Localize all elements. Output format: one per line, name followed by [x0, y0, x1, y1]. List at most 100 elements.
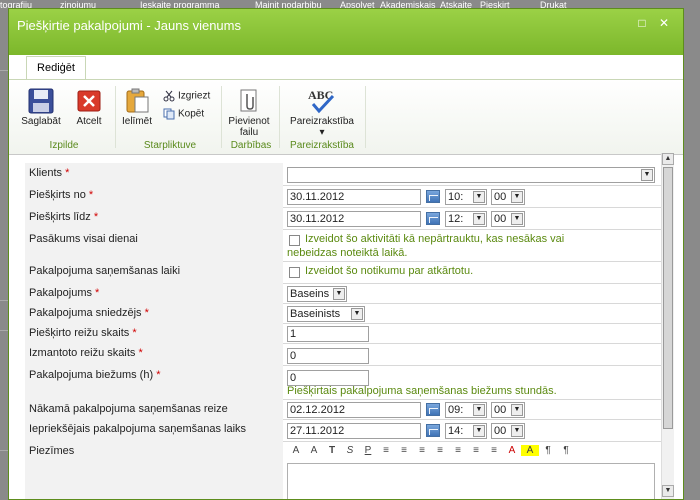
hour-value: 12:	[448, 213, 464, 225]
assigned-from-hour-select[interactable]: 10: ▼	[445, 189, 487, 205]
assigned-to-hour-select[interactable]: 12: ▼	[445, 211, 487, 227]
attach-file-icon	[240, 89, 257, 112]
required-mark: *	[65, 167, 70, 179]
required-mark: *	[156, 369, 161, 381]
row-next-time: Nākamā pakalpojuma saņemšanas reize 02.1…	[25, 399, 661, 420]
field-label: Izmantoto reižu skaits *	[29, 347, 143, 359]
calendar-icon[interactable]	[426, 190, 440, 203]
scroll-thumb[interactable]	[663, 167, 673, 429]
all-day-label: Pasākums visai dienai	[29, 233, 138, 245]
indent-icon[interactable]: ≡	[485, 445, 503, 456]
client-select[interactable]: ▼	[287, 167, 655, 183]
form-scrollbar[interactable]: ▲ ▼	[661, 153, 674, 499]
ltr-icon[interactable]: ¶	[539, 445, 557, 456]
row-all-day: Pasākums visai dienai Izveidot šo aktivi…	[25, 229, 661, 262]
provider-select[interactable]: Baseinists ▼	[287, 306, 365, 322]
used-count-label-text: Izmantoto reižu skaits	[29, 347, 136, 359]
assigned-from-date-input[interactable]: 30.11.2012	[287, 189, 421, 205]
chevron-down-icon: ▼	[511, 425, 523, 437]
label-cell: Pakalpojums *	[25, 283, 283, 303]
rtl-icon[interactable]: ¶	[557, 445, 575, 456]
form-area: Klients * ▼ Piešķirts no * 30.11.2012 10…	[25, 153, 661, 499]
align-center-icon[interactable]: ≡	[395, 445, 413, 456]
highlight-icon[interactable]: A	[521, 445, 539, 456]
cut-label: Izgriezt	[178, 90, 211, 102]
used-count-input[interactable]: 0	[287, 348, 369, 364]
label-cell: Pakalpojuma saņemšanas laiki	[25, 261, 283, 283]
hour-value: 10:	[448, 191, 464, 203]
service-select[interactable]: Baseins ▼	[287, 286, 347, 302]
assigned-to-minute-select[interactable]: 00 ▼	[491, 211, 525, 227]
align-left-icon[interactable]: ≡	[377, 445, 395, 456]
label-cell: Pakalpojuma sniedzējs *	[25, 303, 283, 323]
prev-time-date-input[interactable]: 27.11.2012	[287, 423, 421, 439]
spelling-button[interactable]: ABC Pareizrakstība ▾	[281, 86, 363, 138]
close-icon[interactable]: ✕	[657, 17, 671, 29]
dialog-title: Piešķirtie pakalpojumi - Jauns vienums	[17, 18, 241, 33]
text-color-icon[interactable]: A	[503, 445, 521, 456]
scroll-up-icon[interactable]: ▲	[662, 153, 674, 165]
calendar-icon[interactable]	[426, 424, 440, 437]
chevron-down-icon: ▾	[319, 127, 325, 138]
calendar-icon[interactable]	[426, 403, 440, 416]
next-time-hour-select[interactable]: 09: ▼	[445, 402, 487, 418]
save-label: Saglabāt	[21, 116, 61, 127]
label-cell: Pakalpojuma biežums (h) *	[25, 365, 283, 399]
assigned-count-input[interactable]: 1	[287, 326, 369, 342]
all-day-checkbox[interactable]	[289, 235, 300, 246]
provider-value: Baseinists	[290, 308, 341, 320]
row-assigned-count: Piešķirto reižu skaits * 1	[25, 323, 661, 344]
field-label: Piešķirto reižu skaits *	[29, 327, 137, 339]
attach-file-button[interactable]: Pievienot failu	[225, 88, 273, 138]
row-service: Pakalpojums * Baseins ▼	[25, 283, 661, 304]
new-item-dialog: Piešķirtie pakalpojumi - Jauns vienums □…	[8, 8, 684, 500]
next-time-minute-select[interactable]: 00 ▼	[491, 402, 525, 418]
attach-label-2: failu	[239, 127, 259, 138]
paste-label: Ielīmēt	[121, 116, 152, 127]
provider-label-text: Pakalpojuma sniedzējs	[29, 307, 142, 319]
label-cell: Piezīmes	[25, 441, 283, 499]
chevron-down-icon: ▼	[351, 308, 363, 320]
tab-edit[interactable]: Rediģēt	[26, 56, 86, 80]
scroll-down-icon[interactable]: ▼	[662, 485, 674, 497]
italic-icon[interactable]: S	[341, 445, 359, 456]
font-size-down-icon[interactable]: A	[305, 445, 323, 456]
numbered-list-icon[interactable]: ≡	[431, 445, 449, 456]
calendar-icon[interactable]	[426, 212, 440, 225]
outdent-icon[interactable]: ≡	[467, 445, 485, 456]
copy-button[interactable]: Kopēt	[163, 108, 204, 120]
bullet-list-icon[interactable]: ≡	[449, 445, 467, 456]
row-notes: Piezīmes A A T S P ≡ ≡ ≡ ≡ ≡ ≡ ≡ A A ¶ ¶	[25, 441, 661, 499]
cancel-x-icon	[77, 90, 101, 112]
group-separator	[279, 86, 280, 148]
assigned-to-date-input[interactable]: 30.11.2012	[287, 211, 421, 227]
receive-times-label: Pakalpojuma saņemšanas laiki	[29, 265, 181, 277]
assigned-from-minute-select[interactable]: 00 ▼	[491, 189, 525, 205]
row-frequency: Pakalpojuma biežums (h) * 0 Piešķirtais …	[25, 365, 661, 400]
frequency-input[interactable]: 0	[287, 370, 369, 386]
frequency-label-text: Pakalpojuma biežums (h)	[29, 369, 154, 381]
align-right-icon[interactable]: ≡	[413, 445, 431, 456]
recurrence-checkbox[interactable]	[289, 267, 300, 278]
font-size-icon[interactable]: A	[287, 445, 305, 456]
service-value: Baseins	[290, 288, 330, 300]
frequency-hint: Piešķirtais pakalpojuma saņemšanas biežu…	[287, 385, 557, 397]
prev-time-minute-select[interactable]: 00 ▼	[491, 423, 525, 439]
bold-icon[interactable]: T	[323, 445, 341, 456]
chevron-down-icon: ▼	[333, 288, 345, 300]
paste-button[interactable]: Ielīmēt	[117, 88, 157, 127]
required-mark: *	[144, 307, 149, 319]
field-label: Piešķirts līdz *	[29, 211, 98, 223]
cut-button[interactable]: Izgriezt	[163, 90, 210, 102]
chevron-down-icon: ▼	[473, 404, 485, 416]
underline-icon[interactable]: P	[359, 445, 377, 456]
required-mark: *	[132, 327, 137, 339]
maximize-icon[interactable]: □	[635, 17, 649, 29]
next-time-date-input[interactable]: 02.12.2012	[287, 402, 421, 418]
minute-value: 00	[494, 213, 507, 225]
notes-textarea[interactable]	[287, 463, 655, 499]
group-label-clipboard: Starpliktuve	[143, 140, 197, 151]
cancel-button[interactable]: Atcelt	[67, 88, 111, 127]
save-button[interactable]: Saglabāt	[19, 88, 63, 127]
prev-time-hour-select[interactable]: 14: ▼	[445, 423, 487, 439]
